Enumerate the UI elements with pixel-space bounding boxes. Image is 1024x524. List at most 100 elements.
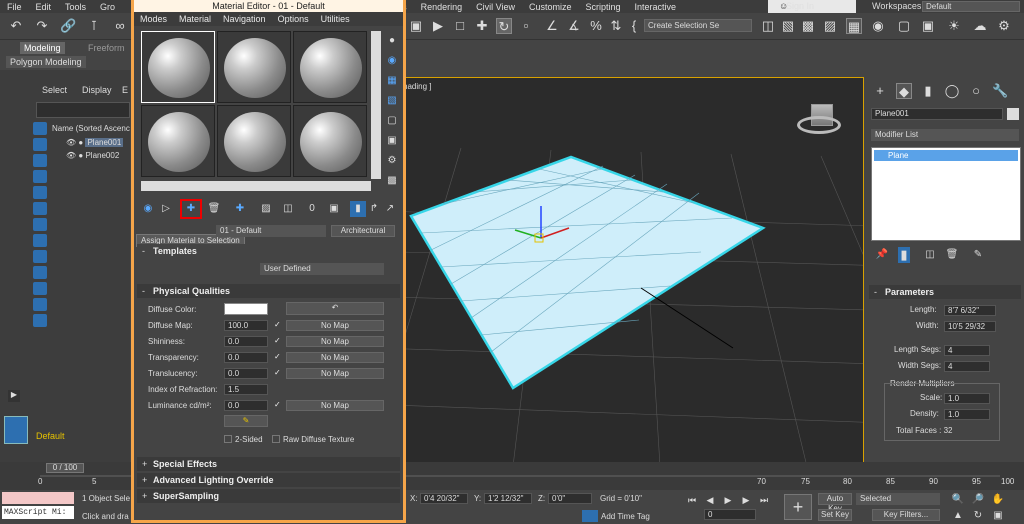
remove-modifier-icon[interactable]: 🗑 [944,247,960,263]
zoom-all-icon[interactable]: 🔎 [970,492,986,508]
scene-column-header[interactable]: Name (Sorted Ascenc [52,124,130,133]
diffuse-map-checkbox[interactable]: ✓ [274,321,282,329]
tab-polygon-modeling[interactable]: Polygon Modeling [6,56,86,68]
supersampling-rollout[interactable]: SuperSampling [137,489,400,503]
previous-frame-icon[interactable]: ◀ [702,492,718,508]
background-icon[interactable]: ▦ [384,73,400,89]
luminance-map-button[interactable]: No Map [286,400,384,411]
density-input[interactable]: 1.0 [944,409,990,420]
menu-edit[interactable]: Edit [29,2,59,12]
translucency-map-button[interactable]: No Map [286,368,384,379]
filter-helpers-icon[interactable] [33,186,47,199]
selection-set-dropdown[interactable]: Create Selection Se [644,19,752,32]
mirror-icon[interactable]: ◫ [760,18,776,34]
select-region-icon[interactable]: □ [452,18,468,34]
shininess-checkbox[interactable]: ✓ [274,337,282,345]
menu-group[interactable]: Gro [93,2,122,12]
material-slot-1[interactable] [141,31,215,103]
select-manipulate-icon[interactable]: ▣ [408,18,424,34]
material-slot-2[interactable] [217,31,291,103]
material-slot-5[interactable] [217,105,291,177]
transparency-map-button[interactable]: No Map [286,352,384,363]
put-to-scene-icon[interactable]: ▷ [158,201,174,217]
diffuse-color-swatch[interactable] [224,303,268,315]
viewcube[interactable] [797,102,841,138]
spinner-snap-icon[interactable]: ⇅ [608,18,624,34]
z-coordinate-input[interactable]: 0'0" [548,493,592,504]
add-time-tag[interactable]: Add Time Tag [601,512,650,521]
viewcube-ring[interactable] [797,116,841,134]
go-to-end-icon[interactable]: ⏭ [756,492,772,508]
angle-snap-icon[interactable]: ∡ [566,18,582,34]
layer-label[interactable]: Default [36,431,65,441]
filter-hidden-icon[interactable] [33,298,47,311]
menu-interactive[interactable]: Interactive [627,2,683,12]
hierarchy-tab-icon[interactable]: ▮ [920,83,936,99]
filter-containers-icon[interactable] [33,266,47,279]
display-tab-icon[interactable]: ○ [968,83,984,99]
set-key-button[interactable]: Set Key [818,509,852,521]
me-menu-utilities[interactable]: Utilities [315,14,356,24]
two-sided-checkbox[interactable] [224,435,232,443]
fov-icon[interactable]: ▲ [950,508,966,524]
filter-spacewarps-icon[interactable] [33,202,47,215]
get-material-icon[interactable]: ◉ [140,201,156,217]
go-forward-icon[interactable]: ↗ [382,201,398,217]
transparency-checkbox[interactable]: ✓ [274,353,282,361]
orbit-icon[interactable]: ↻ [970,508,986,524]
options-icon[interactable]: ⚙ [384,153,400,169]
filter-shapes-icon[interactable] [33,138,47,151]
maxscript-listener-top[interactable] [2,492,74,504]
me-menu-navigation[interactable]: Navigation [217,14,272,24]
filter-cameras-icon[interactable] [33,170,47,183]
edit-named-sel-icon[interactable]: { [626,18,642,34]
stack-item-plane[interactable]: Plane [874,150,1018,161]
tab-display[interactable]: Display [82,85,112,95]
menu-file[interactable]: File [0,2,29,12]
menu-rendering[interactable]: Rendering [414,2,470,12]
motion-tab-icon[interactable]: ◯ [944,83,960,99]
filter-bones-icon[interactable] [33,250,47,263]
filter-groups-icon[interactable] [33,218,47,231]
length-input[interactable]: 8'7 6/32" [944,305,996,316]
layer-icon[interactable]: ▩ [800,18,816,34]
filter-all-icon[interactable] [33,314,47,327]
parameters-rollout[interactable]: Parameters [869,285,1021,299]
make-unique-icon[interactable]: ◫ [922,247,938,263]
y-coordinate-input[interactable]: 1'2 12/32" [484,493,532,504]
maximize-viewport-icon[interactable]: ▣ [990,508,1006,524]
slots-vertical-scrollbar[interactable] [371,31,381,179]
tab-edit[interactable]: E [122,85,128,95]
zoom-icon[interactable]: 🔍 [950,492,966,508]
me-menu-modes[interactable]: Modes [134,14,173,24]
luminance-from-light-button[interactable]: ✎ [224,415,268,427]
material-id-icon[interactable]: 0 [304,201,320,217]
a360-icon[interactable]: ⚙ [996,18,1012,34]
make-unique-icon[interactable]: ▨ [258,201,274,217]
go-to-parent-icon[interactable]: ↱ [366,201,382,217]
eye-icon[interactable]: 👁 [66,151,76,160]
redo-icon[interactable]: ↷ [34,18,50,34]
sign-in-button[interactable]: ☺ Sign In [768,0,856,13]
filter-xrefs-icon[interactable] [33,234,47,247]
show-end-result-icon[interactable]: ▮ [350,201,366,217]
make-copy-icon[interactable]: ✚ [232,201,248,217]
material-slot-3[interactable] [293,31,367,103]
scene-search-input[interactable] [36,102,130,118]
scale-input[interactable]: 1.0 [944,393,990,404]
filter-lights-icon[interactable] [33,154,47,167]
tab-modeling[interactable]: Modeling [20,42,65,54]
curve-editor-icon[interactable]: ▨ [822,18,838,34]
backlight-icon[interactable]: ◉ [384,53,400,69]
make-preview-icon[interactable]: ▣ [384,133,400,149]
perspective-viewport[interactable]: hading ] [400,77,864,482]
schematic-icon[interactable]: ▦ [846,18,862,34]
object-color-swatch[interactable] [1007,108,1019,120]
material-name-dropdown[interactable]: 01 - Default [216,225,326,237]
unlink-icon[interactable]: ⊺ [86,18,102,34]
material-slot-6[interactable] [293,105,367,177]
diffuse-map-button[interactable]: No Map [286,320,384,331]
material-editor-icon[interactable]: ◉ [870,18,886,34]
sample-type-icon[interactable]: ● [384,33,400,49]
render-dot-icon[interactable]: ● [78,138,83,147]
